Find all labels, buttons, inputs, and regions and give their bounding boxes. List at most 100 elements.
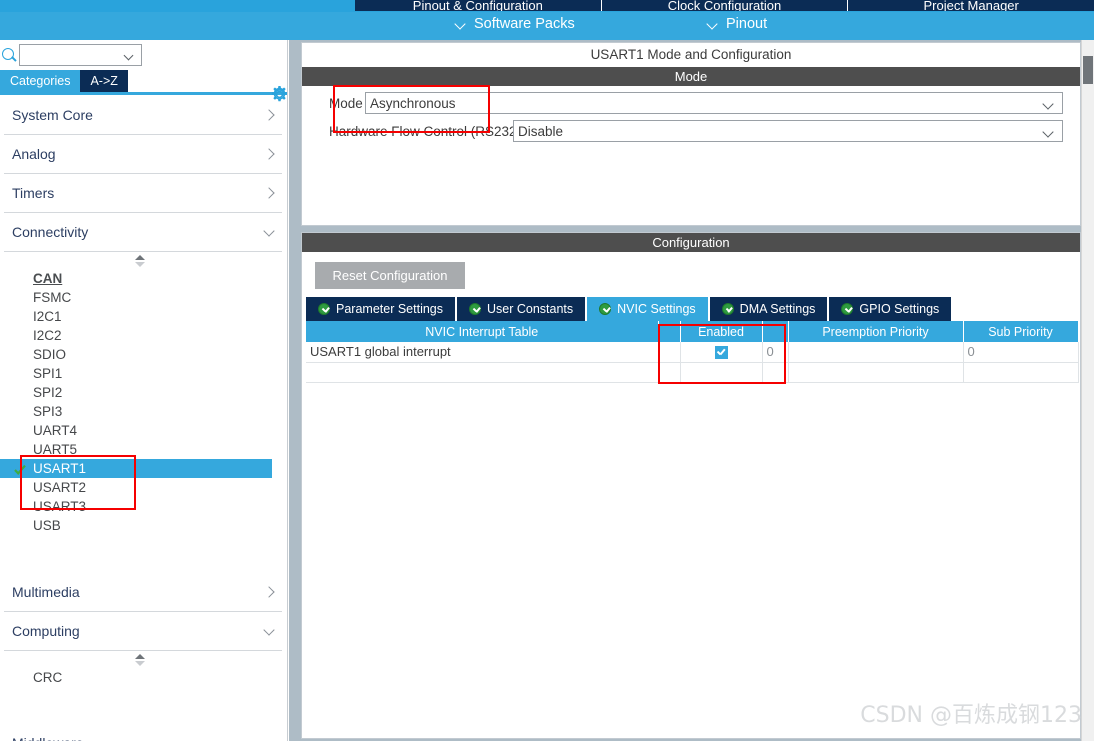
menu-pinout[interactable]: Pinout: [708, 16, 767, 32]
ip-item-can[interactable]: CAN: [0, 269, 287, 288]
tab-nvic-settings[interactable]: NVIC Settings: [587, 297, 708, 321]
col-nvic-interrupt-table[interactable]: NVIC Interrupt Table: [306, 321, 659, 342]
cell-blank: [788, 362, 964, 383]
ip-item-i2c1[interactable]: I2C1: [0, 307, 287, 326]
tab-label: Parameter Settings: [336, 302, 443, 316]
ip-item-spi1[interactable]: SPI1: [0, 364, 287, 383]
col-sub-priority[interactable]: Sub Priority: [963, 321, 1079, 342]
category-label: Analog: [12, 146, 56, 162]
search-input[interactable]: [20, 45, 120, 65]
col-spacer-2: [762, 321, 789, 342]
green-check-icon: [469, 303, 481, 315]
categories-sidebar: Categories A->Z System Core Analog Timer…: [0, 40, 288, 741]
tab-label: NVIC Settings: [617, 302, 696, 316]
tab-label: User Constants: [487, 302, 574, 316]
chevron-right-icon: [262, 108, 276, 122]
cell-blank: [658, 362, 681, 383]
chevron-right-icon: [262, 186, 276, 200]
gear-icon[interactable]: [270, 85, 287, 104]
menu-pinout-label: Pinout: [726, 16, 768, 32]
ip-item-usart2[interactable]: USART2: [0, 478, 287, 497]
chevron-down-icon: [1044, 100, 1054, 108]
tab-label: DMA Settings: [739, 302, 816, 316]
ip-label: SDIO: [33, 347, 67, 362]
ip-item-usart3[interactable]: USART3: [0, 497, 287, 516]
tab-project-manager[interactable]: Project Manager: [847, 0, 1094, 11]
stm32cubemx-window: Pinout & Configuration Clock Configurati…: [0, 0, 1094, 741]
category-label: Computing: [12, 623, 80, 639]
col-enabled[interactable]: Enabled: [680, 321, 763, 342]
menu-software-packs-label: Software Packs: [474, 16, 575, 32]
tab-user-constants[interactable]: User Constants: [457, 297, 586, 321]
tab-a-to-z[interactable]: A->Z: [80, 70, 128, 92]
hardware-flow-control-value: Disable: [518, 123, 564, 139]
ip-item-usb[interactable]: USB: [0, 516, 287, 535]
ip-item-uart5[interactable]: UART5: [0, 440, 287, 459]
category-timers[interactable]: Timers: [4, 174, 282, 213]
page-title: USART1 Mode and Configuration: [302, 43, 1080, 67]
category-multimedia[interactable]: Multimedia: [4, 573, 282, 612]
main-scrollbar[interactable]: [1081, 40, 1094, 741]
ip-item-uart4[interactable]: UART4: [0, 421, 287, 440]
category-label: Middleware: [12, 735, 262, 741]
mode-label: Mode: [329, 95, 363, 111]
menu-software-packs[interactable]: Software Packs: [456, 16, 575, 32]
ip-label: USART3: [33, 499, 87, 514]
ip-label: I2C1: [33, 309, 62, 324]
ip-label: I2C2: [33, 328, 62, 343]
green-check-icon: [841, 303, 854, 315]
computing-scroll-spinner[interactable]: [0, 651, 287, 668]
ip-item-spi2[interactable]: SPI2: [0, 383, 287, 402]
ip-label: UART4: [33, 423, 78, 438]
ip-item-crc[interactable]: CRC: [0, 668, 287, 687]
cell-enabled[interactable]: [680, 342, 763, 363]
enabled-checkbox[interactable]: [714, 346, 728, 360]
chevron-down-icon: [1044, 128, 1054, 136]
reset-configuration-button[interactable]: Reset Configuration: [315, 262, 465, 289]
tab-parameter-settings[interactable]: Parameter Settings: [306, 297, 455, 321]
table-row[interactable]: USART1 global interrupt 0 0: [306, 342, 1079, 363]
cell-preemption-priority[interactable]: [788, 342, 964, 363]
tab-gpio-settings[interactable]: GPIO Settings: [829, 297, 952, 321]
hardware-flow-control-select[interactable]: Disable: [513, 120, 1063, 142]
ip-label: CAN: [33, 271, 63, 286]
mode-select[interactable]: Asynchronous: [365, 92, 1063, 114]
ip-item-i2c2[interactable]: I2C2: [0, 326, 287, 345]
ip-label: USART2: [33, 480, 87, 495]
chevron-right-icon: [262, 585, 276, 599]
category-system-core[interactable]: System Core: [4, 96, 282, 135]
cell-sub-priority: 0: [963, 342, 1079, 363]
mode-row: Mode Asynchronous: [329, 92, 1082, 114]
ip-item-fsmc[interactable]: FSMC: [0, 288, 287, 307]
main-scrollbar-thumb[interactable]: [1083, 56, 1093, 84]
ip-label: CRC: [33, 670, 63, 685]
cell-spacer-1: [658, 342, 681, 363]
category-middleware[interactable]: Middleware: [4, 724, 282, 741]
category-analog[interactable]: Analog: [4, 135, 282, 174]
table-header-row: NVIC Interrupt Table Enabled Preemption …: [306, 321, 1079, 342]
tab-clock-configuration[interactable]: Clock Configuration: [600, 0, 848, 11]
category-connectivity[interactable]: Connectivity: [4, 213, 282, 252]
col-preemption-priority[interactable]: Preemption Priority: [788, 321, 964, 342]
search-row: [0, 40, 287, 70]
mode-value: Asynchronous: [370, 95, 456, 111]
ip-item-sdio[interactable]: SDIO: [0, 345, 287, 364]
cell-blank: [680, 362, 763, 383]
search-icon: [0, 45, 18, 65]
ip-label: SPI1: [33, 366, 63, 381]
configuration-tabs: Parameter Settings User Constants NVIC S…: [306, 297, 952, 321]
tab-dma-settings[interactable]: DMA Settings: [709, 297, 828, 321]
ip-item-spi3[interactable]: SPI3: [0, 402, 287, 421]
chevron-down-icon: [262, 225, 276, 239]
col-spacer-1: [658, 321, 681, 342]
green-check-icon: [721, 303, 734, 315]
category-computing[interactable]: Computing: [4, 612, 282, 651]
search-combo[interactable]: [19, 44, 142, 66]
cell-blank: [963, 362, 1079, 383]
main-tab-bar: Pinout & Configuration Clock Configurati…: [355, 0, 1094, 11]
tab-categories[interactable]: Categories: [0, 70, 81, 92]
tab-pinout-configuration[interactable]: Pinout & Configuration: [355, 0, 601, 11]
chevron-down-icon: [262, 736, 276, 741]
ip-item-usart1[interactable]: USART1: [0, 459, 272, 478]
connectivity-scroll-spinner[interactable]: [0, 252, 287, 269]
